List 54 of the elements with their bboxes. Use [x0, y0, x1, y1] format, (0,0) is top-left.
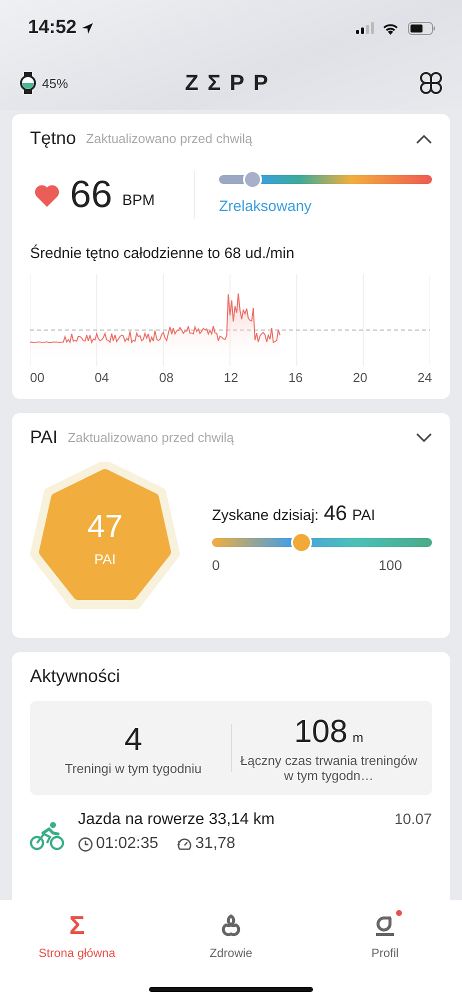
app-logo: ZΣPP	[185, 70, 277, 96]
signal-icon	[356, 22, 374, 34]
stat-value: 4	[124, 720, 142, 758]
tab[interactable]: Profil	[308, 912, 462, 960]
status-time: 14:52	[28, 17, 77, 39]
axis-label: 04	[94, 370, 110, 385]
today-unit: PAI	[352, 506, 376, 524]
cyclist-icon	[30, 821, 64, 851]
axis-label: 24	[417, 370, 432, 385]
zone-label: Zrelaksowany	[219, 198, 313, 215]
range-max: 100	[378, 556, 402, 572]
update-time: Zaktualizowano przed chwilą	[68, 430, 234, 445]
range-min: 0	[212, 556, 220, 572]
clock-icon	[78, 836, 93, 852]
card-title: Aktywności	[30, 666, 122, 687]
watch-icon[interactable]	[20, 72, 36, 94]
card-title: PAI	[30, 427, 58, 448]
watch-battery: 45%	[42, 76, 68, 90]
heart-rate-value: 66	[70, 174, 112, 216]
battery-icon	[408, 22, 436, 34]
wifi-icon	[382, 22, 399, 34]
pai-total: 47	[87, 508, 123, 544]
sigma-icon: Σ	[69, 912, 85, 938]
average-heart-rate: Średnie tętno całodzienne to 68 ud./min	[30, 245, 296, 262]
card-title: Tętno	[30, 128, 76, 149]
pai-card[interactable]: PAI Zaktualizowano przed chwilą 47 PAI Zyskane dzisiaj: 46 PAI 0 100	[12, 413, 450, 638]
activity-date: 10.07	[394, 811, 432, 829]
heart-icon	[34, 184, 60, 206]
axis-label: 16	[288, 370, 303, 385]
activity-speed: 31,78	[195, 835, 236, 853]
update-time: Zaktualizowano przed chwilą	[86, 131, 252, 146]
today-value: 46	[324, 502, 348, 526]
tab[interactable]: Zdrowie	[154, 912, 308, 960]
activity-duration: 01:02:35	[96, 835, 158, 853]
tab[interactable]: Σ Strona główna	[0, 912, 154, 960]
speedometer-icon	[177, 836, 192, 852]
today-label: Zyskane dzisiaj:	[212, 506, 319, 524]
axis-label: 08	[159, 370, 174, 385]
heart-rate-unit: BPM	[122, 192, 155, 208]
axis-label: 00	[30, 370, 44, 385]
location-arrow-icon	[80, 22, 94, 34]
activities-card[interactable]: Aktywności 4 Treningi w tym tygodniu 108 m Łączny czas trwania treningów w tym tygodn… Jazda na rowerze 33,14 km 10.07 01:02:35 31,78	[12, 652, 450, 900]
pai-total-unit: PAI	[94, 550, 116, 566]
axis-label: 12	[224, 370, 238, 385]
stat-unit: m	[352, 730, 364, 745]
heart-rate-card[interactable]: Tętno Zaktualizowano przed chwilą 66 BPM Zrelaksowany Średnie tętno całodzienne to 68 ud./min 00 04 08 12 16 20 24	[12, 114, 450, 399]
chevron-icon[interactable]	[416, 134, 432, 144]
axis-label: 20	[352, 370, 368, 385]
stat-label: Treningi w tym tygodniu	[64, 760, 203, 776]
stat-value: 108	[294, 713, 348, 750]
stat-label: Łączny czas trwania treningów w tym tygodn…	[239, 753, 418, 783]
activity-title[interactable]: Jazda na rowerze 33,14 km	[78, 811, 275, 829]
chevron-icon[interactable]	[416, 432, 432, 442]
apps-icon[interactable]	[420, 72, 442, 94]
